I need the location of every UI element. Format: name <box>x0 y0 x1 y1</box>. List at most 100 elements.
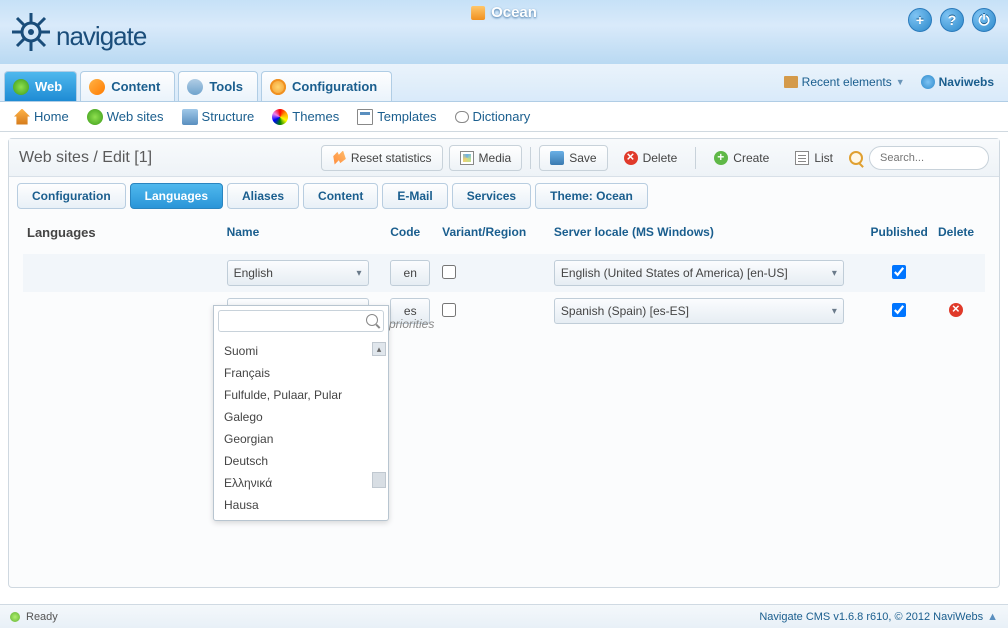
dropdown-item[interactable]: Galego <box>214 406 388 428</box>
dropdown-item[interactable]: Français <box>214 362 388 384</box>
list-label: List <box>814 151 833 165</box>
published-checkbox[interactable] <box>892 265 906 279</box>
locale-select[interactable]: Spanish (Spain) [es-ES] <box>554 298 844 324</box>
subnav-themes[interactable]: Themes <box>272 109 339 125</box>
locale-value: English (United States of America) [en-U… <box>561 266 788 280</box>
itab-services[interactable]: Services <box>452 183 531 209</box>
subnav-home-label: Home <box>34 109 69 124</box>
subnav-structure-label: Structure <box>202 109 255 124</box>
search-input[interactable] <box>869 146 989 170</box>
dropdown-item[interactable]: Fulfulde, Pulaar, Pular <box>214 384 388 406</box>
variant-checkbox[interactable] <box>442 265 456 279</box>
language-dropdown: ▴ Suomi Français Fulfulde, Pulaar, Pular… <box>213 305 389 521</box>
code-input[interactable]: en <box>390 260 430 286</box>
create-button[interactable]: Create <box>704 145 779 171</box>
name-select[interactable]: English <box>227 260 369 286</box>
tab-config-label: Configuration <box>292 79 377 94</box>
product-link[interactable]: Navigate CMS v1.6.8 r610 <box>759 611 888 623</box>
subnav-dictionary[interactable]: Dictionary <box>455 109 531 124</box>
header-right-links: Recent elements▼ Naviwebs <box>784 63 1004 101</box>
user-link[interactable]: Naviwebs <box>921 75 994 89</box>
grid-header: Languages Name Code Variant/Region Serve… <box>23 219 985 246</box>
itab-content[interactable]: Content <box>303 183 378 209</box>
col-delete: Delete <box>931 225 981 240</box>
save-label: Save <box>569 151 596 165</box>
tab-content-label: Content <box>111 79 160 94</box>
reset-statistics-button[interactable]: Reset statistics <box>321 145 443 171</box>
tab-tools[interactable]: Tools <box>178 71 258 101</box>
published-checkbox[interactable] <box>892 303 906 317</box>
name-value: English <box>234 266 273 280</box>
media-icon <box>460 151 474 165</box>
media-button[interactable]: Media <box>449 145 523 171</box>
sub-nav: Home Web sites Structure Themes Template… <box>0 102 1008 132</box>
toolbar: Reset statistics Media Save Delete Creat… <box>321 145 989 171</box>
home-icon <box>471 6 485 20</box>
subnav-websites-label: Web sites <box>107 109 164 124</box>
locale-value: Spanish (Spain) [es-ES] <box>561 304 689 318</box>
main-panel: Web sites / Edit [1] Reset statistics Me… <box>8 138 1000 588</box>
priorities-hint: priorities <box>389 317 434 331</box>
footer-right: Navigate CMS v1.6.8 r610, © 2012 NaviWeb… <box>759 611 998 623</box>
dropdown-item[interactable]: Deutsch <box>214 450 388 472</box>
gear-icon <box>270 79 286 95</box>
user-label: Naviwebs <box>939 75 994 89</box>
itab-theme[interactable]: Theme: Ocean <box>535 183 648 209</box>
dropdown-list: Suomi Français Fulfulde, Pulaar, Pular G… <box>214 336 388 520</box>
pencil-icon <box>89 79 105 95</box>
window-title: Ocean <box>471 4 537 21</box>
recent-elements-link[interactable]: Recent elements▼ <box>784 75 905 89</box>
scroll-up-button[interactable]: ▴ <box>372 342 386 356</box>
code-value: en <box>404 266 417 280</box>
search-icon <box>366 314 378 326</box>
footer-copy: , © 2012 <box>888 611 933 623</box>
itab-email[interactable]: E-Mail <box>382 183 447 209</box>
col-published: Published <box>867 225 931 240</box>
delete-label: Delete <box>643 151 678 165</box>
dropdown-item[interactable]: Georgian <box>214 428 388 450</box>
logo: navigate <box>0 7 156 57</box>
company-link[interactable]: NaviWebs <box>933 611 983 623</box>
content-area: Web sites / Edit [1] Reset statistics Me… <box>0 132 1008 594</box>
tab-configuration[interactable]: Configuration <box>261 71 392 101</box>
delete-button[interactable]: Delete <box>614 145 688 171</box>
dropdown-item[interactable]: Suomi <box>214 340 388 362</box>
itab-configuration[interactable]: Configuration <box>17 183 126 209</box>
inner-tab-bar: Configuration Languages Aliases Content … <box>9 177 999 209</box>
subnav-websites[interactable]: Web sites <box>87 109 164 125</box>
globe-icon <box>87 109 103 125</box>
reset-icon <box>332 151 346 165</box>
save-button[interactable]: Save <box>539 145 607 171</box>
chevron-down-icon: ▼ <box>896 77 905 87</box>
subnav-templates[interactable]: Templates <box>357 109 436 125</box>
delete-row-button[interactable] <box>949 303 963 317</box>
itab-languages[interactable]: Languages <box>130 183 223 209</box>
dictionary-icon <box>455 111 469 123</box>
add-button[interactable]: + <box>908 8 932 32</box>
variant-checkbox[interactable] <box>442 303 456 317</box>
power-button[interactable]: ⏻ <box>972 8 996 32</box>
search-icon <box>849 151 863 165</box>
separator <box>530 147 531 169</box>
help-button[interactable]: ? <box>940 8 964 32</box>
locale-select[interactable]: English (United States of America) [en-U… <box>554 260 844 286</box>
tab-web[interactable]: Web <box>4 71 77 101</box>
media-label: Media <box>479 151 512 165</box>
theme-icon <box>272 109 288 125</box>
subnav-home[interactable]: Home <box>14 109 69 125</box>
itab-aliases[interactable]: Aliases <box>227 183 299 209</box>
col-locale: Server locale (MS Windows) <box>554 225 867 240</box>
scrollbar-thumb[interactable] <box>372 472 386 488</box>
structure-icon <box>182 109 198 125</box>
list-button[interactable]: List <box>785 145 843 171</box>
tab-content[interactable]: Content <box>80 71 175 101</box>
status-text: Ready <box>26 611 58 623</box>
tab-web-label: Web <box>35 79 62 94</box>
subnav-structure[interactable]: Structure <box>182 109 255 125</box>
dropdown-search-input[interactable] <box>218 310 384 332</box>
panel-head: Web sites / Edit [1] Reset statistics Me… <box>9 139 999 177</box>
dropdown-item[interactable]: Hausa <box>214 494 388 516</box>
create-label: Create <box>733 151 769 165</box>
dropdown-item[interactable]: Ελληνικά <box>214 472 388 494</box>
triangle-icon: ▲ <box>987 611 998 623</box>
